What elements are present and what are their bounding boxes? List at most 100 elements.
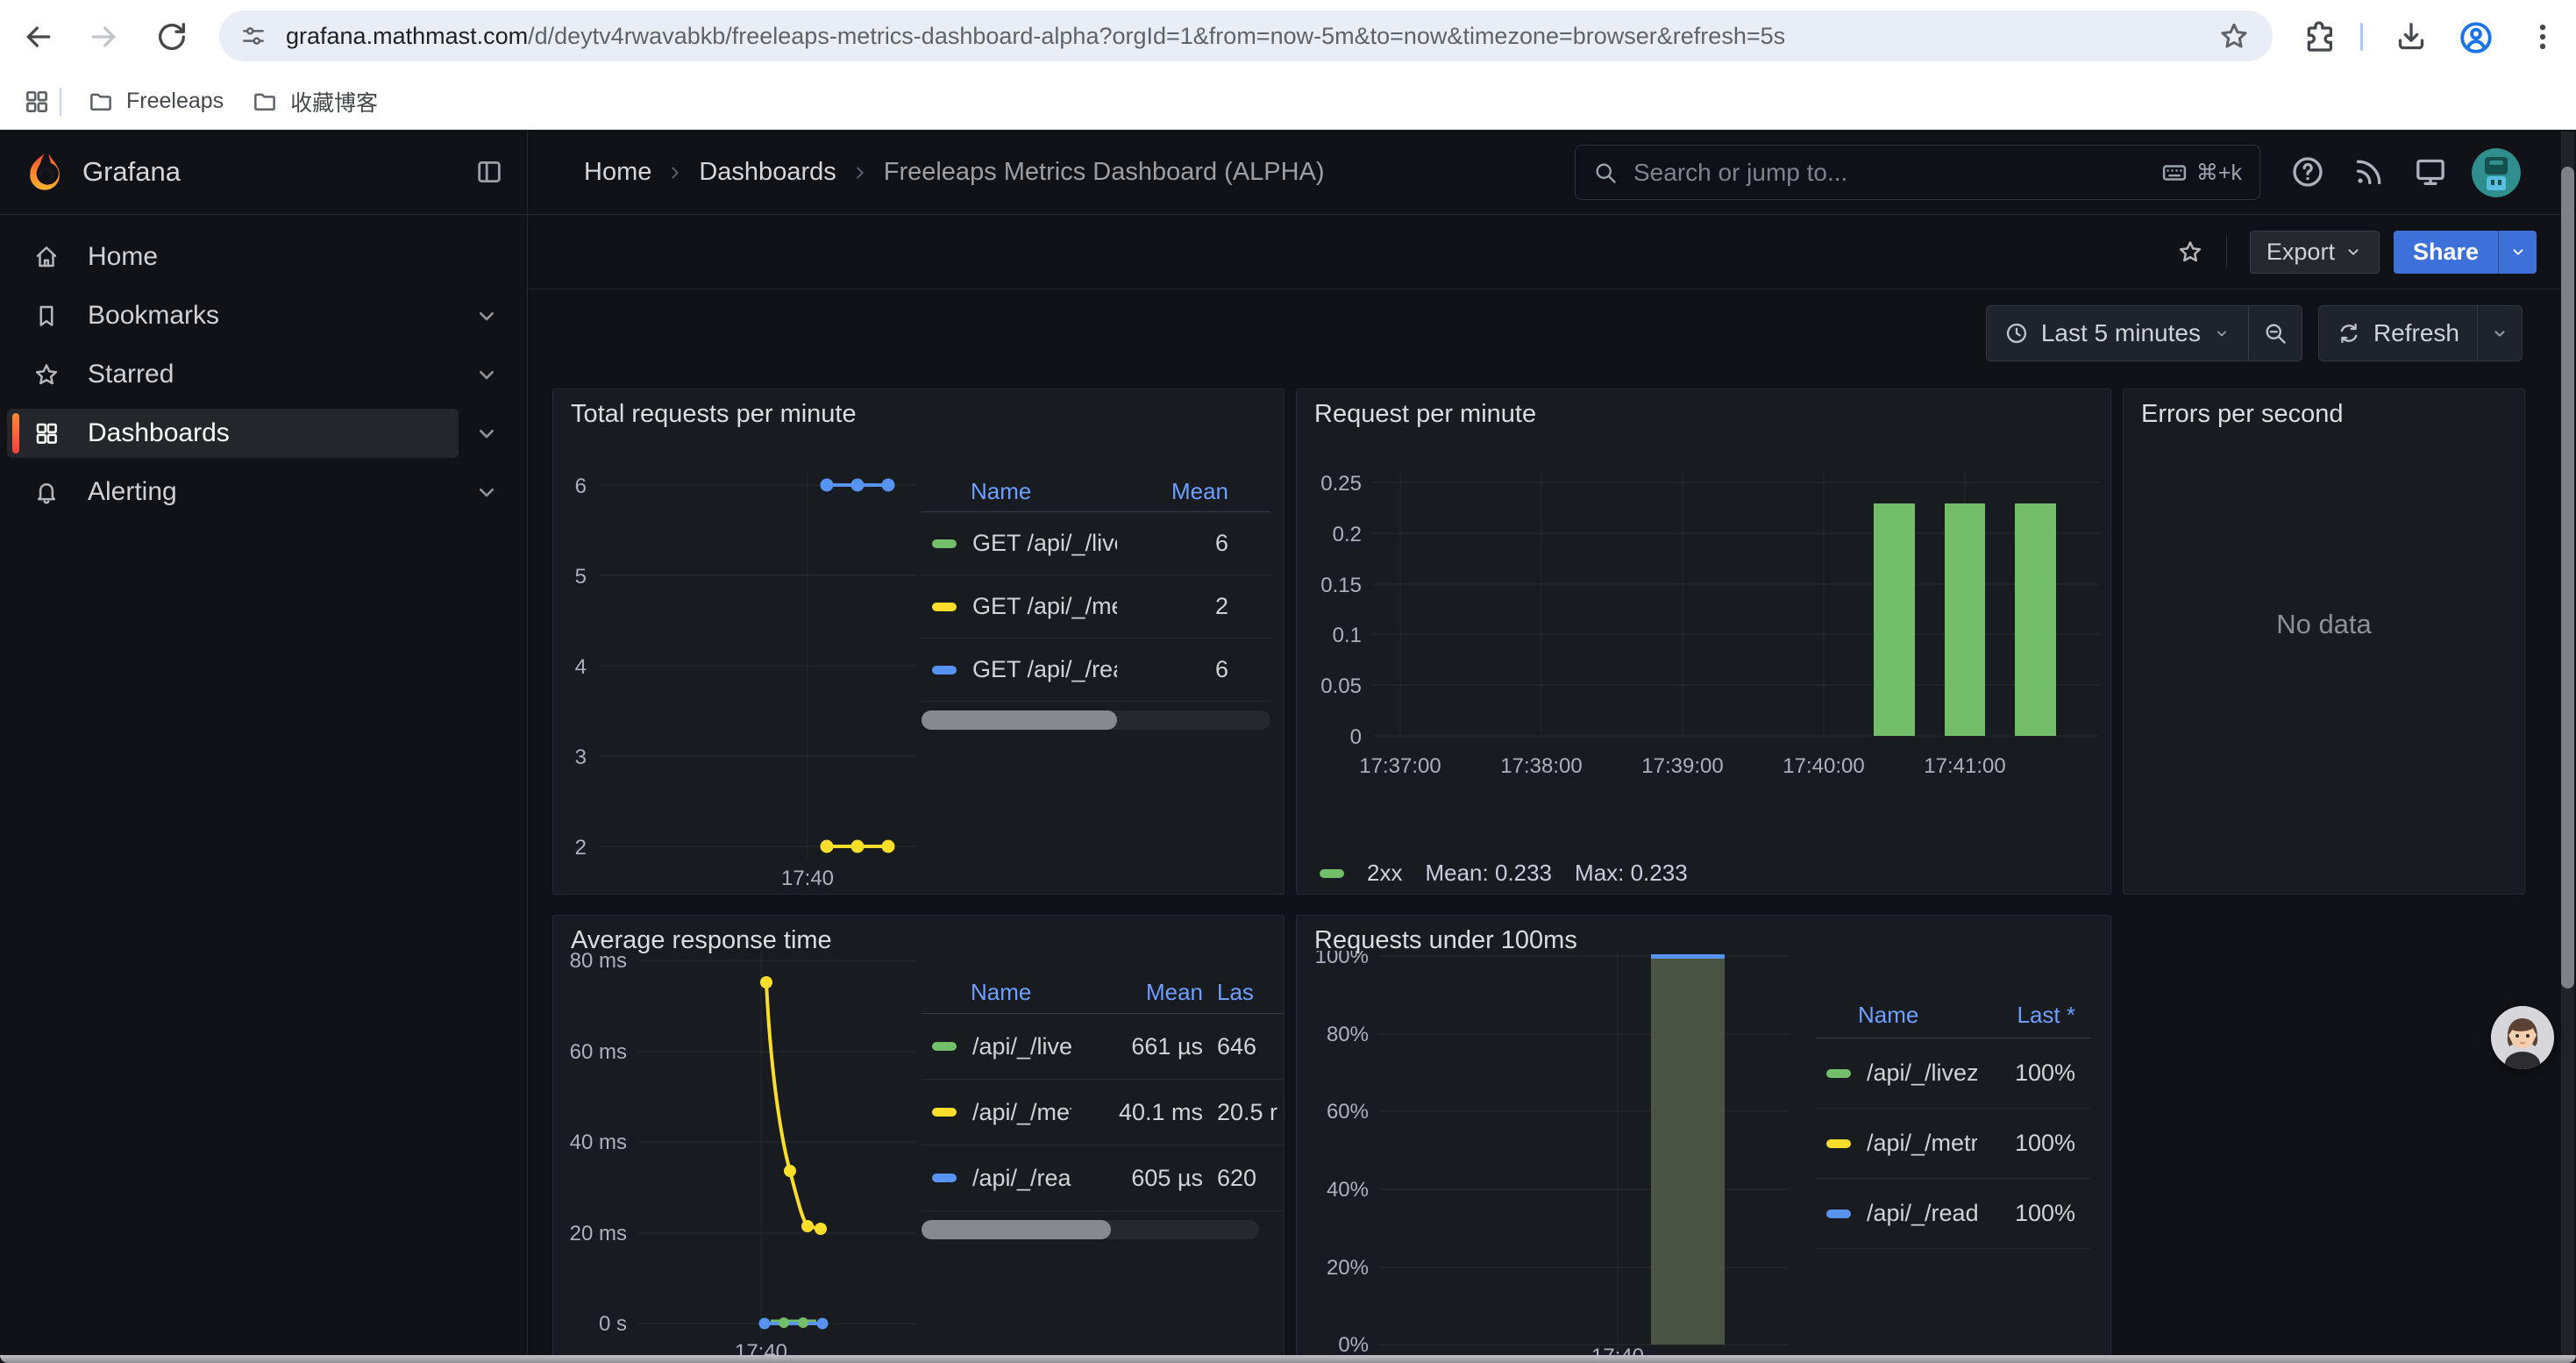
reload-icon[interactable] (154, 19, 189, 54)
panel-title[interactable]: Errors per second (2141, 400, 2344, 429)
panel-title[interactable]: Request per minute (1314, 400, 1536, 429)
refresh-interval-button[interactable] (2478, 306, 2522, 360)
legend-series-label[interactable]: 2xx (1367, 860, 1402, 887)
help-icon[interactable] (2290, 154, 2325, 189)
legend-row-metrics[interactable]: GET /api/_/metrics 2 (922, 575, 1270, 639)
total-requests-chart: 6 5 4 3 2 17:40 (560, 439, 920, 890)
legend-row-readyz[interactable]: /api/_/readyz 605 µs 620 (922, 1145, 1284, 1211)
grafana-app: Grafana Home Bookmarks (0, 130, 2576, 1363)
sidebar-link-starred[interactable]: Starred (7, 350, 459, 399)
dock-menu-icon[interactable] (474, 157, 504, 187)
bookmark-folder-freeleaps[interactable]: Freeleaps (74, 82, 238, 122)
share-menu-button[interactable] (2498, 231, 2537, 274)
search-placeholder: Search or jump to... (1633, 159, 2161, 187)
svg-text:0.15: 0.15 (1320, 574, 1362, 597)
legend-row-livez[interactable]: /api/_/livez 100% (1816, 1038, 2091, 1109)
chevron-down-icon[interactable] (473, 360, 501, 389)
time-range-picker[interactable]: Last 5 minutes (1987, 306, 2248, 360)
panel-title[interactable]: Total requests per minute (571, 400, 857, 429)
browser-menu-icon[interactable] (2525, 19, 2560, 54)
legend-scrollbar (922, 710, 1270, 730)
time-controls: Last 5 minutes Refresh (528, 289, 2576, 377)
legend-row-livez[interactable]: GET /api/_/livez 6 (922, 512, 1270, 575)
search-input[interactable]: Search or jump to... ⌘+k (1575, 145, 2260, 200)
panel-legend: 2xx Mean: 0.233 Max: 0.233 (1320, 860, 1688, 887)
zoom-out-button[interactable] (2249, 306, 2302, 360)
profile-icon[interactable] (2458, 19, 2493, 54)
col-last-header[interactable]: Las (1203, 979, 1284, 1006)
legend-row-livez[interactable]: /api/_/livez 661 µs 646 (922, 1014, 1284, 1080)
assistant-avatar[interactable] (2491, 1006, 2554, 1069)
legend-row-metrics[interactable]: /api/_/metrics 40.1 ms 20.5 r (922, 1080, 1284, 1145)
svg-text:0.2: 0.2 (1333, 523, 1362, 546)
svg-text:0.25: 0.25 (1320, 472, 1362, 496)
chevron-right-icon (665, 163, 685, 182)
kiosk-monitor-icon[interactable] (2413, 154, 2448, 189)
svg-text:0.1: 0.1 (1333, 624, 1362, 647)
sidebar-link-alerting[interactable]: Alerting (7, 467, 459, 517)
requests-under-100ms-chart: 100% 80% 60% 40% 20% 0% 17:40 (1297, 951, 1823, 1363)
toolbar-separator (2360, 23, 2363, 51)
bell-icon (33, 479, 60, 505)
col-last-header[interactable]: Last * (1977, 1002, 2091, 1029)
average-response-time-chart: 80 ms 60 ms 40 ms 20 ms 0 s 17:40 (560, 951, 920, 1363)
svg-text:5: 5 (575, 565, 587, 589)
user-avatar[interactable] (2472, 148, 2521, 197)
breadcrumb-dashboards[interactable]: Dashboards (699, 158, 836, 187)
url-text: grafana.mathmast.com/d/deytv4rwavabkb/fr… (286, 23, 2195, 50)
col-mean-header[interactable]: Mean (1117, 478, 1270, 505)
col-name-header[interactable]: Name (1858, 1002, 1977, 1029)
sidebar-link-dashboards[interactable]: Dashboards (7, 409, 459, 458)
scrollbar-thumb[interactable] (922, 710, 1117, 730)
home-icon (33, 244, 60, 270)
col-name-header[interactable]: Name (971, 478, 1117, 505)
svg-text:20 ms: 20 ms (570, 1222, 627, 1245)
chevron-down-icon[interactable] (473, 419, 501, 447)
svg-text:40%: 40% (1327, 1178, 1369, 1202)
page-scrollbar-thumb[interactable] (2561, 167, 2574, 988)
bookmark-star-icon[interactable] (2218, 20, 2250, 52)
site-settings-icon[interactable] (240, 23, 267, 49)
favorite-star-icon[interactable] (2177, 239, 2203, 265)
app-header: Home Dashboards Freeleaps Metrics Dashbo… (528, 130, 2576, 215)
chevron-down-icon[interactable] (473, 302, 501, 330)
series-color-pill (932, 539, 957, 548)
back-icon[interactable] (21, 19, 56, 54)
news-rss-icon[interactable] (2352, 154, 2387, 189)
svg-text:17:37:00: 17:37:00 (1359, 754, 1441, 778)
legend-row-readyz[interactable]: /api/_/readyz 100% (1816, 1179, 2091, 1249)
svg-text:0: 0 (1350, 725, 1362, 749)
refresh-button[interactable]: Refresh (2319, 306, 2477, 360)
window-bottom-edge (0, 1355, 2576, 1363)
svg-text:20%: 20% (1327, 1256, 1369, 1280)
downloads-icon[interactable] (2394, 19, 2429, 54)
dashboard-toolbar: Export Share (528, 215, 2576, 289)
main-area: Home Dashboards Freeleaps Metrics Dashbo… (528, 130, 2576, 1363)
bookmark-folder-blogs[interactable]: 收藏博客 (238, 79, 392, 125)
legend-row-readyz[interactable]: GET /api/_/readyz 6 (922, 639, 1270, 702)
extensions-icon[interactable] (2302, 19, 2337, 54)
share-button[interactable]: Share (2394, 231, 2498, 274)
scrollbar-thumb[interactable] (922, 1220, 1111, 1239)
panel-legend-table: Name Mean Las /api/_/livez 661 µs 646 /a… (922, 972, 1284, 1239)
svg-text:3: 3 (575, 746, 587, 769)
apps-grid-icon[interactable] (23, 88, 51, 116)
breadcrumb-home[interactable]: Home (584, 158, 651, 187)
panel-request-per-minute: Request per minute 0.25 0.2 0.15 0.1 0.0… (1296, 389, 2111, 895)
sidebar-link-home[interactable]: Home (7, 232, 459, 282)
col-name-header[interactable]: Name (971, 979, 1071, 1006)
export-button[interactable]: Export (2250, 231, 2380, 274)
col-mean-header[interactable]: Mean (1071, 979, 1203, 1006)
url-host: grafana.mathmast.com (286, 23, 528, 49)
sidebar-link-bookmarks[interactable]: Bookmarks (7, 291, 459, 340)
forward-icon[interactable] (86, 19, 121, 54)
svg-text:100%: 100% (1315, 951, 1369, 968)
url-bar[interactable]: grafana.mathmast.com/d/deytv4rwavabkb/fr… (219, 11, 2273, 61)
svg-text:40 ms: 40 ms (570, 1131, 627, 1154)
export-label: Export (2266, 239, 2335, 266)
grafana-logo-icon[interactable] (25, 152, 65, 192)
legend-row-metrics[interactable]: /api/_/metrics 100% (1816, 1109, 2091, 1179)
chevron-down-icon[interactable] (473, 478, 501, 506)
legend-header: Name Last * (1816, 993, 2091, 1038)
series-color-pill (932, 603, 957, 611)
